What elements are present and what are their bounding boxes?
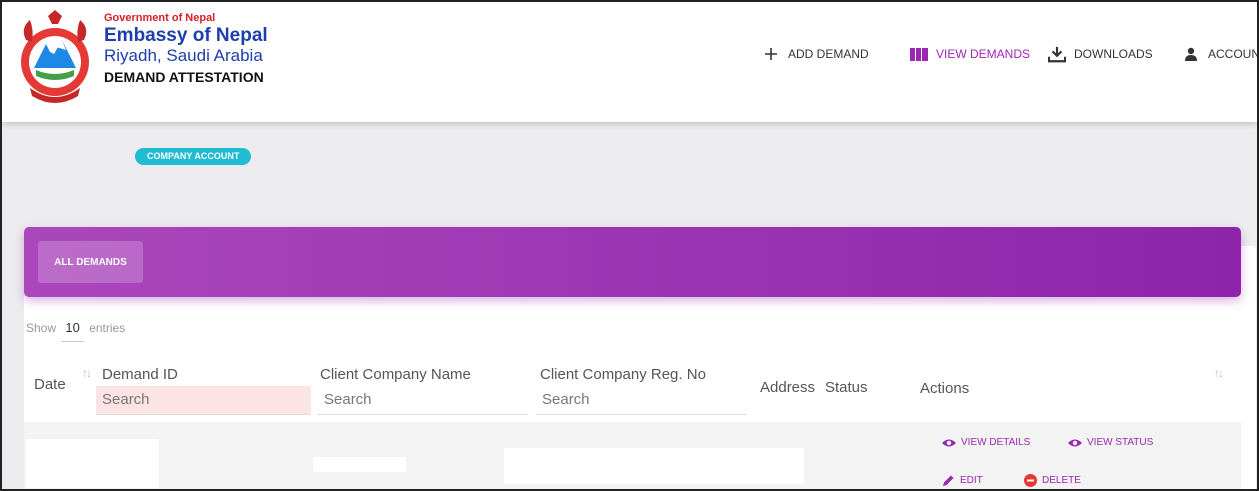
plus-icon <box>762 46 780 62</box>
show-entries: Show 10 entries <box>26 320 125 342</box>
delete-label: DELETE <box>1042 475 1081 486</box>
client-reg-search-input[interactable]: Search <box>536 386 746 415</box>
column-header-client-name: Client Company Name <box>320 366 471 383</box>
column-header-client-reg: Client Company Reg. No <box>540 366 706 383</box>
embassy-location: Riyadh, Saudi Arabia <box>104 46 263 66</box>
company-account-badge: COMPANY ACCOUNT <box>135 148 252 165</box>
client-name-search-input[interactable]: Search <box>318 386 528 415</box>
edit-button[interactable]: EDIT <box>942 474 983 487</box>
sort-icon[interactable]: ↑↓ <box>82 366 92 380</box>
top-header: Government of Nepal Embassy of Nepal Riy… <box>2 2 1257 122</box>
app-title: DEMAND ATTESTATION <box>104 69 264 86</box>
nav-add-demand-label: ADD DEMAND <box>788 47 869 61</box>
date-cell <box>26 439 159 488</box>
nav-account-label: ACCOUNT <box>1208 47 1257 61</box>
nav-view-demands[interactable]: VIEW DEMANDS <box>910 46 1030 62</box>
tab-all-demands[interactable]: ALL DEMANDS <box>38 241 143 283</box>
view-details-label: VIEW DETAILS <box>961 437 1031 448</box>
entries-select[interactable]: 10 <box>61 320 84 342</box>
demand-id-search-input[interactable]: Search <box>96 386 311 415</box>
column-header-actions: Actions <box>920 380 970 397</box>
embassy-name: Embassy of Nepal <box>104 24 268 46</box>
minus-circle-icon <box>1024 474 1037 487</box>
view-status-button[interactable]: VIEW STATUS <box>1068 437 1153 448</box>
edit-label: EDIT <box>960 475 983 486</box>
view-status-label: VIEW STATUS <box>1087 437 1154 448</box>
show-label: Show <box>26 321 57 335</box>
card-header: ALL DEMANDS <box>24 227 1241 297</box>
column-header-demand-id: Demand ID <box>102 366 178 383</box>
entries-label: entries <box>89 321 126 335</box>
nav-view-demands-label: VIEW DEMANDS <box>936 47 1031 61</box>
person-icon <box>1182 46 1200 62</box>
eye-icon <box>1068 439 1082 446</box>
columns-icon <box>910 46 928 62</box>
actions-sort-icon[interactable]: ↑↓ <box>1214 366 1224 380</box>
nav-downloads[interactable]: DOWNLOADS <box>1048 46 1153 62</box>
client-name-cell <box>313 457 406 472</box>
pencil-icon <box>943 475 954 486</box>
brand-block: Government of Nepal Embassy of Nepal Riy… <box>104 12 268 85</box>
eye-icon <box>942 439 956 446</box>
column-header-date[interactable]: Date <box>34 376 66 393</box>
app-frame: Government of Nepal Embassy of Nepal Riy… <box>0 0 1259 491</box>
government-label: Government of Nepal <box>104 12 216 24</box>
view-details-button[interactable]: VIEW DETAILS <box>942 437 1030 448</box>
column-header-address: Address <box>760 379 816 396</box>
download-icon <box>1048 46 1066 62</box>
delete-button[interactable]: DELETE <box>1024 474 1081 487</box>
nav-downloads-label: DOWNLOADS <box>1074 47 1153 61</box>
nav-add-demand[interactable]: ADD DEMAND <box>762 46 869 62</box>
client-reg-cell <box>504 448 804 484</box>
column-header-status: Status <box>825 379 868 396</box>
nepal-emblem-icon <box>21 10 89 103</box>
nav-account[interactable]: ACCOUNT <box>1182 46 1257 62</box>
